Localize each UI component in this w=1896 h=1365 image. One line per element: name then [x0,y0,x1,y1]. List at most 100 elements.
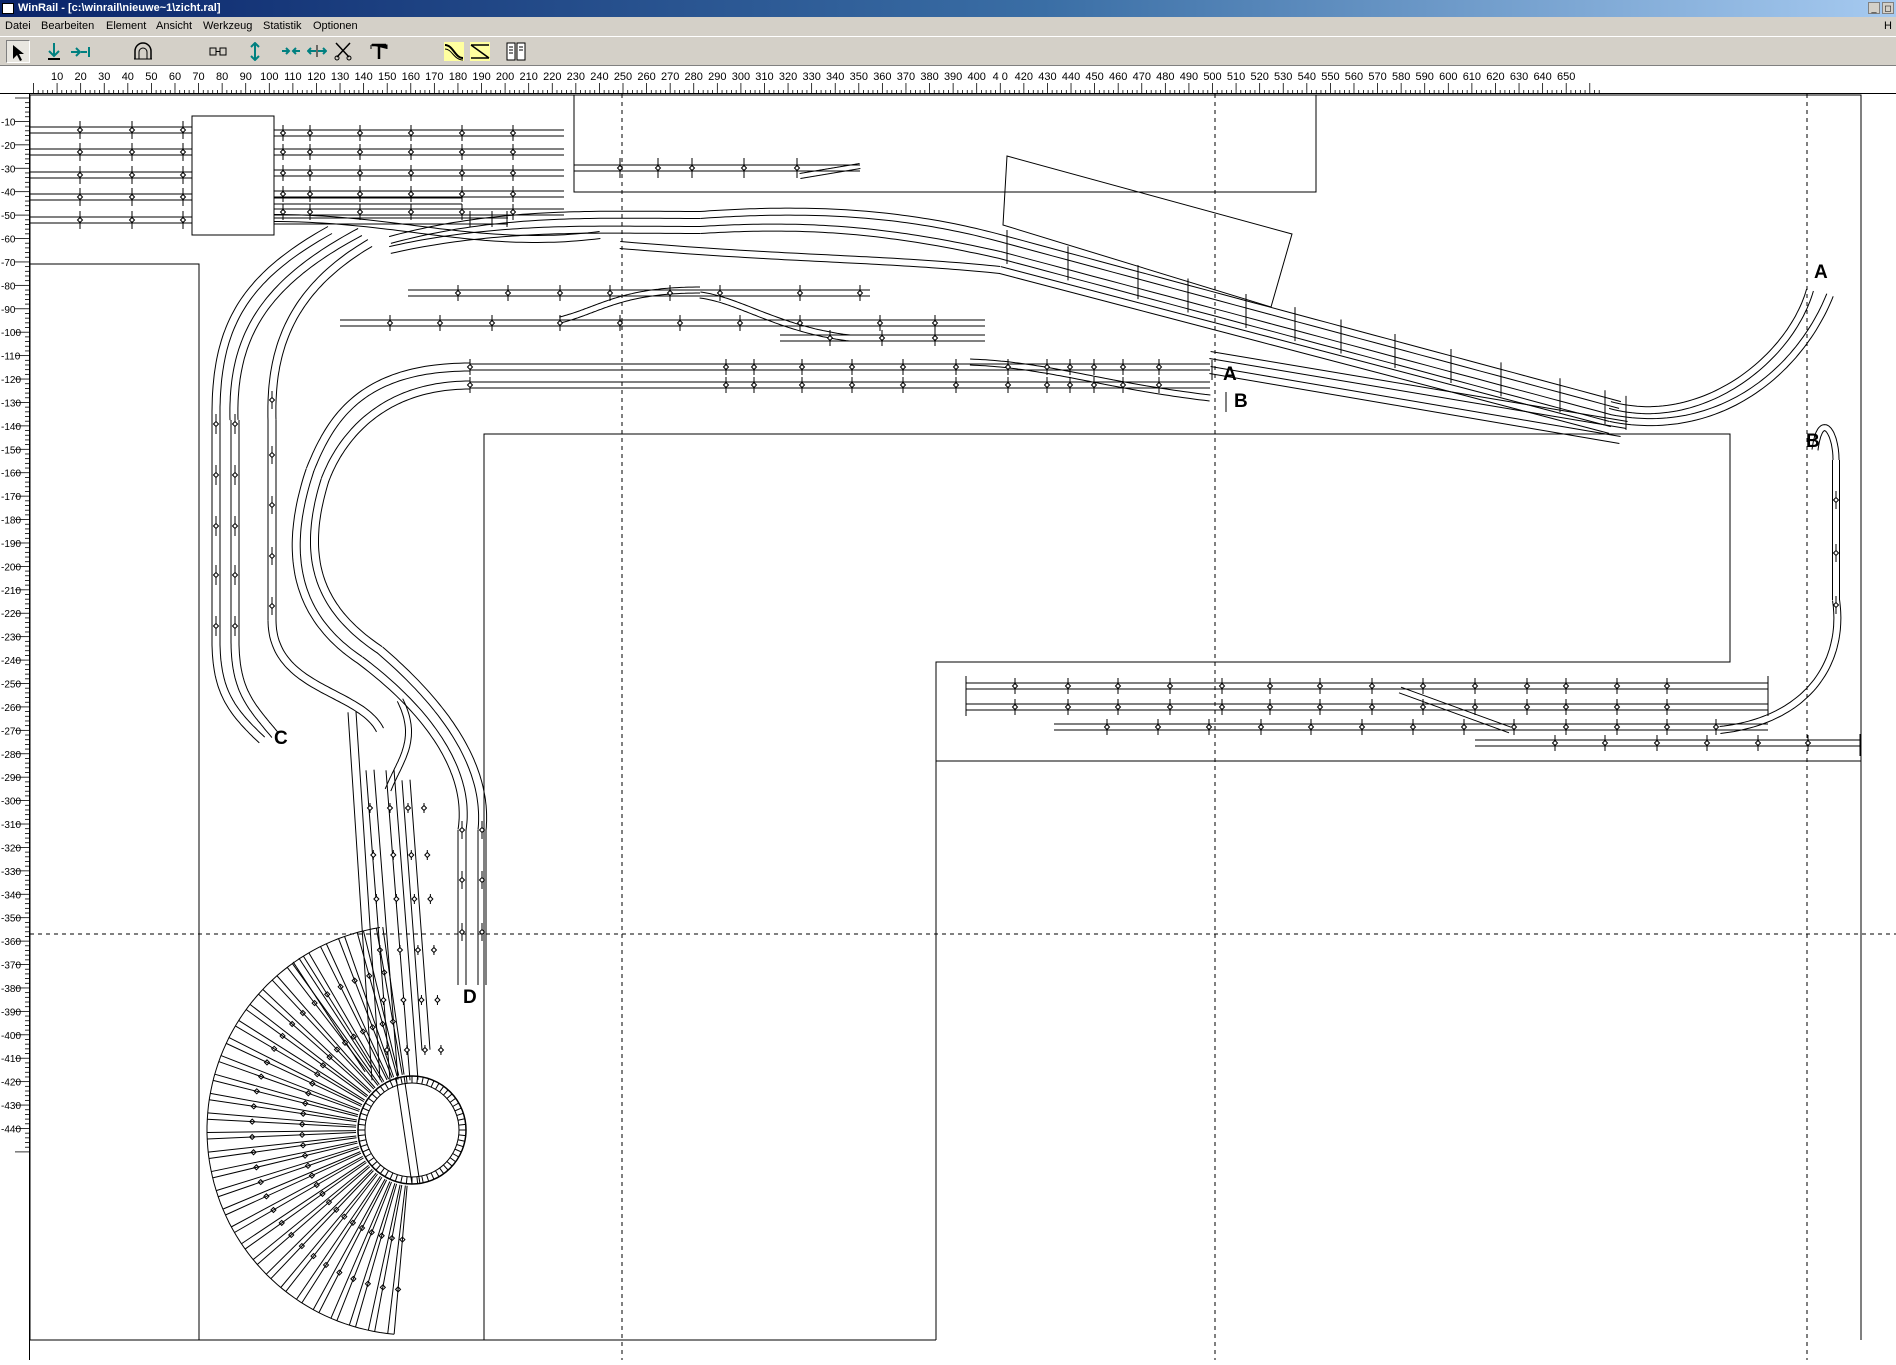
menu-bearbeiten[interactable]: Bearbeiten [41,17,94,36]
roundhouse-track [235,1025,365,1103]
split-button[interactable] [305,40,329,63]
ruler-label: 4 0 [993,71,1008,83]
connect-button[interactable] [68,40,92,63]
roundhouse-track [218,1061,360,1112]
turnout-button[interactable] [468,40,492,63]
flex-track-button[interactable] [442,40,466,63]
join-button[interactable] [279,40,303,63]
measure-button[interactable] [206,40,230,63]
roundhouse-track [234,1157,364,1233]
select-tool-button[interactable] [6,40,30,63]
ruler-label: 540 [1298,71,1316,83]
rail [389,225,700,248]
cut-button[interactable] [331,40,355,63]
joint-marker [351,977,358,984]
joint-marker [373,895,380,903]
track-layout [29,101,1861,1081]
roundhouse-track [312,1178,386,1310]
joint-marker [952,381,960,389]
turntable-segment [379,1167,385,1174]
turntable-segment [421,1077,424,1085]
joint-marker [458,129,466,137]
ruler-label: 460 [1109,71,1127,83]
menu-werkzeug[interactable]: Werkzeug [203,17,252,36]
turntable-segment [443,1089,449,1096]
joint-marker [179,148,187,156]
text-button[interactable] [367,40,391,63]
rail [267,620,377,733]
joint-marker [1804,739,1812,747]
ruler-label: 30 [98,71,110,83]
vertical-move-button[interactable] [243,40,267,63]
minimize-button[interactable]: _ [1868,2,1880,14]
rail [699,207,1009,238]
joint-marker [1266,682,1274,690]
joint-marker [301,1152,309,1159]
turntable-segment [400,1077,403,1085]
ruler-label: -200 [1,562,21,573]
rail [229,228,359,421]
joint-marker [393,895,400,903]
joint-marker [478,876,486,884]
turntable-segment [379,1086,385,1093]
joint-marker [556,289,564,297]
track-plan-canvas[interactable]: A A B B C D [0,0,1896,1360]
rail [274,221,601,243]
joint-marker [458,928,466,936]
ruler-label: 640 [1533,71,1551,83]
joint-marker [688,164,696,172]
turntable-segment [405,1076,408,1084]
menu-statistik[interactable]: Statistik [263,17,302,36]
roundhouse-track [207,1130,357,1134]
label-a-mid: A [1223,364,1237,385]
menu-ansicht[interactable]: Ansicht [156,17,192,36]
restore-button[interactable]: ◻ [1882,2,1894,14]
joint-marker [324,991,331,998]
roundhouse-track [285,1173,378,1292]
joint-marker [1551,739,1559,747]
joint-marker [399,1236,406,1243]
joint-marker [1166,703,1174,711]
roundhouse-track [382,927,405,1075]
menu-help-cut[interactable]: H [1884,17,1892,36]
rail [1608,290,1814,415]
rail [1000,251,1612,416]
joint-marker [179,193,187,201]
insert-down-button[interactable] [42,40,66,63]
menu-element[interactable]: Element [106,17,146,36]
turntable-bridge [403,1075,421,1185]
rail [384,701,406,790]
turntable-segment [452,1102,460,1107]
ruler-label: 470 [1133,71,1151,83]
ruler-label: 60 [169,71,181,83]
measure-icon [209,47,227,56]
turntable-segment [456,1112,464,1116]
joint-marker [504,289,512,297]
ruler-label: 270 [661,71,679,83]
rail [299,471,363,658]
ruler-label: 390 [944,71,962,83]
ruler-label: -400 [1,1031,21,1042]
ruler-label: -330 [1,867,21,878]
roundhouse-track [280,1172,377,1288]
rail [305,362,470,469]
joint-marker [407,208,415,216]
joint-marker [364,1280,372,1288]
joint-marker [1754,739,1762,747]
turntable-segment [446,1093,453,1099]
ruler-label: -240 [1,656,21,667]
menu-datei[interactable]: Datei [5,17,31,36]
joint-marker [366,804,374,812]
joint-marker [676,319,684,327]
toolbar [0,36,1896,66]
title-bar: WinRail - [c:\winrail\nieuwe~1\zicht.ral… [0,0,1896,17]
roundhouse-track [249,1003,369,1097]
turntable-segment [371,1093,378,1099]
library-button[interactable] [504,40,528,63]
roundhouse-track [270,1170,374,1280]
rail [219,233,333,420]
tunnel-button[interactable] [131,40,155,63]
rail [969,364,1210,402]
menu-optionen[interactable]: Optionen [313,17,358,36]
turntable-segment [439,1167,445,1174]
